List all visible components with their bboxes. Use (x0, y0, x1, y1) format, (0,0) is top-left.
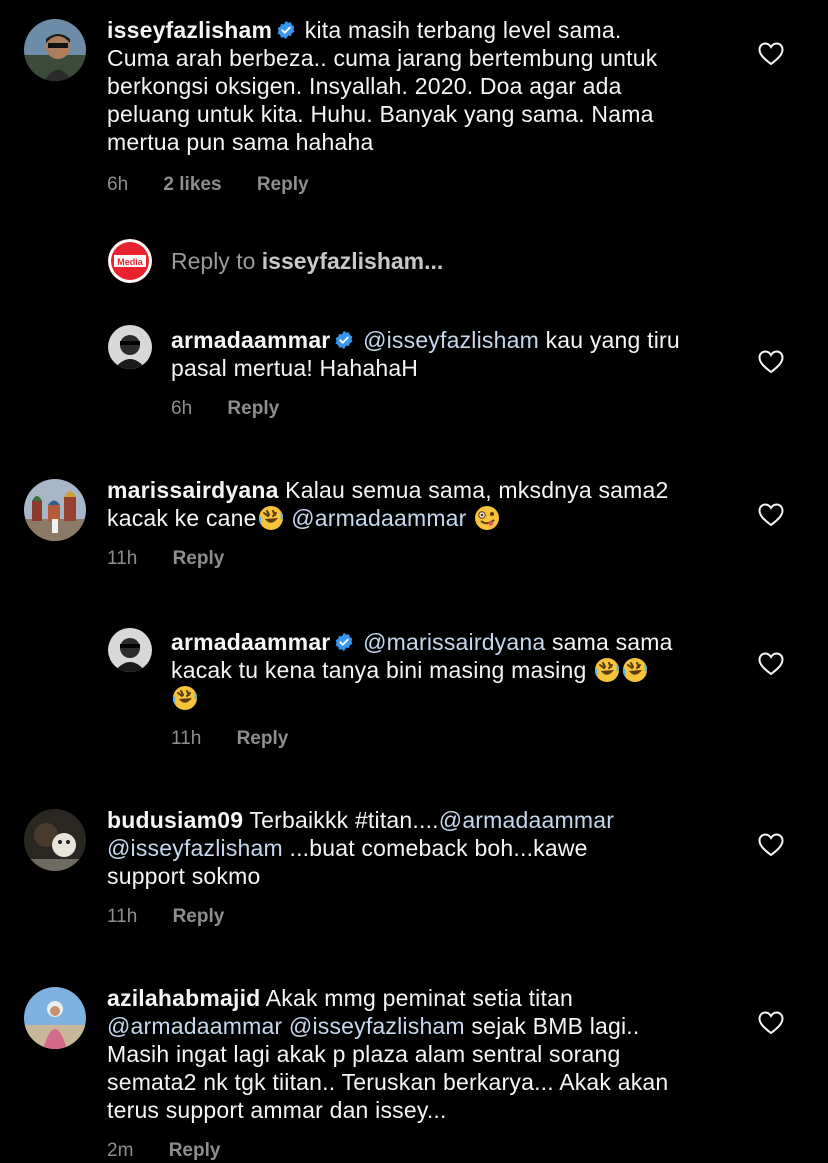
avatar[interactable] (108, 628, 152, 672)
comment-text-line: pasal mertua! HahahaH (171, 355, 419, 381)
reply-to-label: Reply to (171, 248, 256, 274)
comment-time: 11h (107, 548, 138, 569)
comment-time: 2m (107, 1140, 134, 1161)
verified-badge-icon (334, 632, 354, 652)
comment-meta: 11h Reply (107, 906, 254, 928)
comment-text: ...buat comeback boh...kawe (289, 835, 588, 861)
like-heart-icon[interactable] (758, 42, 784, 66)
comment-meta: 6h Reply (171, 398, 309, 420)
comment-text-line: terus support ammar dan issey... (107, 1097, 447, 1123)
reply-button[interactable]: Reply (173, 906, 225, 927)
comment-text: kacak ke cane (107, 505, 257, 531)
comment-meta: 11h Reply (171, 728, 318, 750)
comment-time: 11h (107, 906, 138, 927)
avatar[interactable] (24, 987, 86, 1049)
comment-text: Kalau semua sama, mksdnya sama2 (285, 477, 669, 503)
comment-text: sejak BMB lagi.. (471, 1013, 640, 1039)
comment-text-line: Cuma arah berbeza.. cuma jarang bertembu… (107, 45, 658, 71)
reply-button[interactable]: Reply (237, 728, 289, 749)
reply-button[interactable]: Reply (169, 1140, 221, 1161)
verified-badge-icon (276, 20, 296, 40)
like-heart-icon[interactable] (758, 1011, 784, 1035)
likes-count[interactable]: 2 likes (163, 174, 221, 195)
username[interactable]: isseyfazlisham (107, 17, 272, 43)
like-heart-icon[interactable] (758, 652, 784, 676)
rofl-emoji-icon (622, 657, 648, 683)
verified-badge-icon (334, 330, 354, 350)
avatar[interactable] (108, 325, 152, 369)
reply-button[interactable]: Reply (227, 398, 279, 419)
mention-link[interactable]: @armadaammar (439, 807, 614, 833)
comment-meta: 11h Reply (107, 548, 254, 570)
comment-time: 11h (171, 728, 202, 749)
like-heart-icon[interactable] (758, 833, 784, 857)
mention-link[interactable]: @armadaammar (107, 1013, 282, 1039)
mention-link[interactable]: @armadaammar (291, 505, 466, 531)
like-heart-icon[interactable] (758, 350, 784, 374)
avatar[interactable] (24, 809, 86, 871)
reply-to-user: isseyfazlisham... (261, 248, 444, 274)
media-logo-text: Media (117, 257, 144, 267)
username[interactable]: armadaammar (171, 629, 330, 655)
comment-meta: 6h 2 likes Reply (107, 174, 339, 196)
comment-text-line: peluang untuk kita. Huhu. Banyak yang sa… (107, 101, 654, 127)
comment-text: Akak mmg peminat setia titan (265, 985, 574, 1011)
reply-button[interactable]: Reply (173, 548, 225, 569)
username[interactable]: budusiam09 (107, 807, 243, 833)
mention-link[interactable]: @isseyfazlisham (107, 835, 283, 861)
comment-text: kau yang tiru (545, 327, 680, 353)
comment-text-line: semata2 nk tgk tiitan.. Teruskan berkary… (107, 1069, 669, 1095)
comment-text: sama sama (551, 629, 673, 655)
comment-meta: 2m Reply (107, 1140, 250, 1162)
username[interactable]: marissairdyana (107, 477, 279, 503)
like-heart-icon[interactable] (758, 503, 784, 527)
rofl-emoji-icon (594, 657, 620, 683)
reply-button[interactable]: Reply (257, 174, 309, 195)
comment-text-line: mertua pun sama hahaha (107, 129, 374, 155)
comment-text-line: berkongsi oksigen. Insyallah. 2020. Doa … (107, 73, 622, 99)
comment-text-line: Masih ingat lagi akak p plaza alam sentr… (107, 1041, 621, 1067)
mention-link[interactable]: @isseyfazlisham (363, 327, 539, 353)
rofl-emoji-icon (172, 685, 198, 711)
rofl-emoji-icon (258, 505, 284, 531)
avatar[interactable] (24, 479, 86, 541)
username[interactable]: azilahabmajid (107, 985, 260, 1011)
reply-to-input[interactable]: Reply to isseyfazlisham... (171, 248, 443, 275)
mention-link[interactable]: @marissairdyana (363, 629, 545, 655)
zany-face-emoji-icon (474, 505, 500, 531)
avatar[interactable] (24, 19, 86, 81)
mention-link[interactable]: @isseyfazlisham (289, 1013, 465, 1039)
comment-text-line: support sokmo (107, 863, 261, 889)
comment-time: 6h (171, 398, 193, 419)
username[interactable]: armadaammar (171, 327, 330, 353)
comment-time: 6h (107, 174, 129, 195)
comment-text: Terbaikkk #titan.... (249, 807, 439, 833)
comment-text: kita masih terbang level sama. (304, 17, 622, 43)
own-avatar: Media (108, 239, 152, 283)
comment-text-line: kacak tu kena tanya bini masing masing (171, 657, 587, 683)
